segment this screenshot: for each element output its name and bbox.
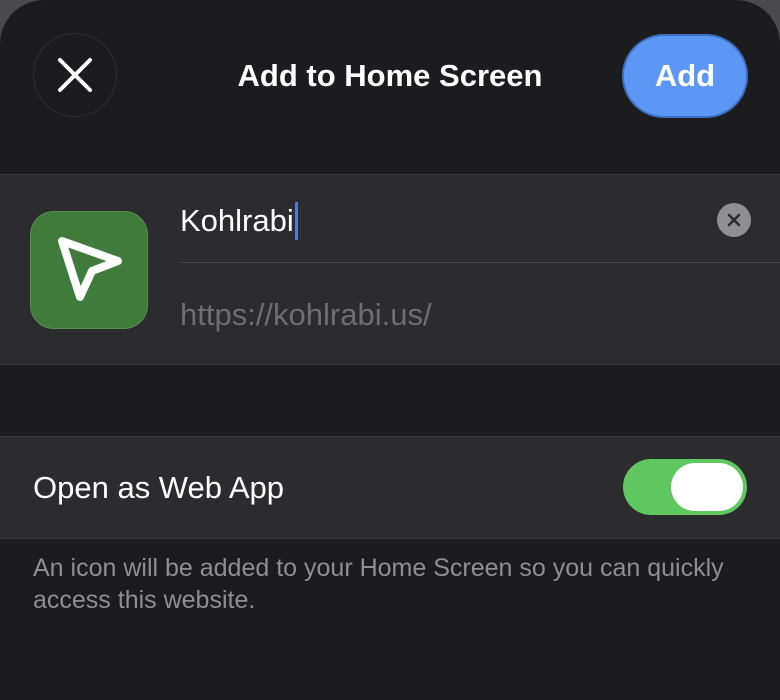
web-app-label: Open as Web App	[33, 470, 285, 505]
footer-description: An icon will be added to your Home Scree…	[33, 554, 724, 614]
clear-name-button[interactable]	[717, 203, 751, 237]
bookmark-card: Kohlrabi https://kohlrabi.us/	[0, 174, 780, 365]
name-input-value: Kohlrabi	[180, 203, 294, 238]
navigation-arrow-icon	[58, 237, 122, 301]
field-divider	[180, 262, 780, 263]
add-to-home-sheet: Add to Home Screen Add Kohlrabi https://…	[0, 0, 780, 700]
close-button[interactable]	[33, 33, 117, 117]
web-app-row: Open as Web App	[0, 436, 780, 539]
text-caret	[294, 202, 298, 240]
sheet-title: Add to Home Screen	[237, 58, 543, 93]
name-input[interactable]: Kohlrabi	[180, 197, 680, 245]
toggle-knob	[671, 463, 743, 511]
add-button[interactable]: Add	[622, 34, 748, 118]
close-icon	[58, 58, 92, 92]
clear-x-icon	[727, 213, 741, 227]
url-text: https://kohlrabi.us/	[180, 297, 432, 332]
app-icon	[30, 211, 148, 329]
web-app-toggle[interactable]	[623, 459, 747, 515]
